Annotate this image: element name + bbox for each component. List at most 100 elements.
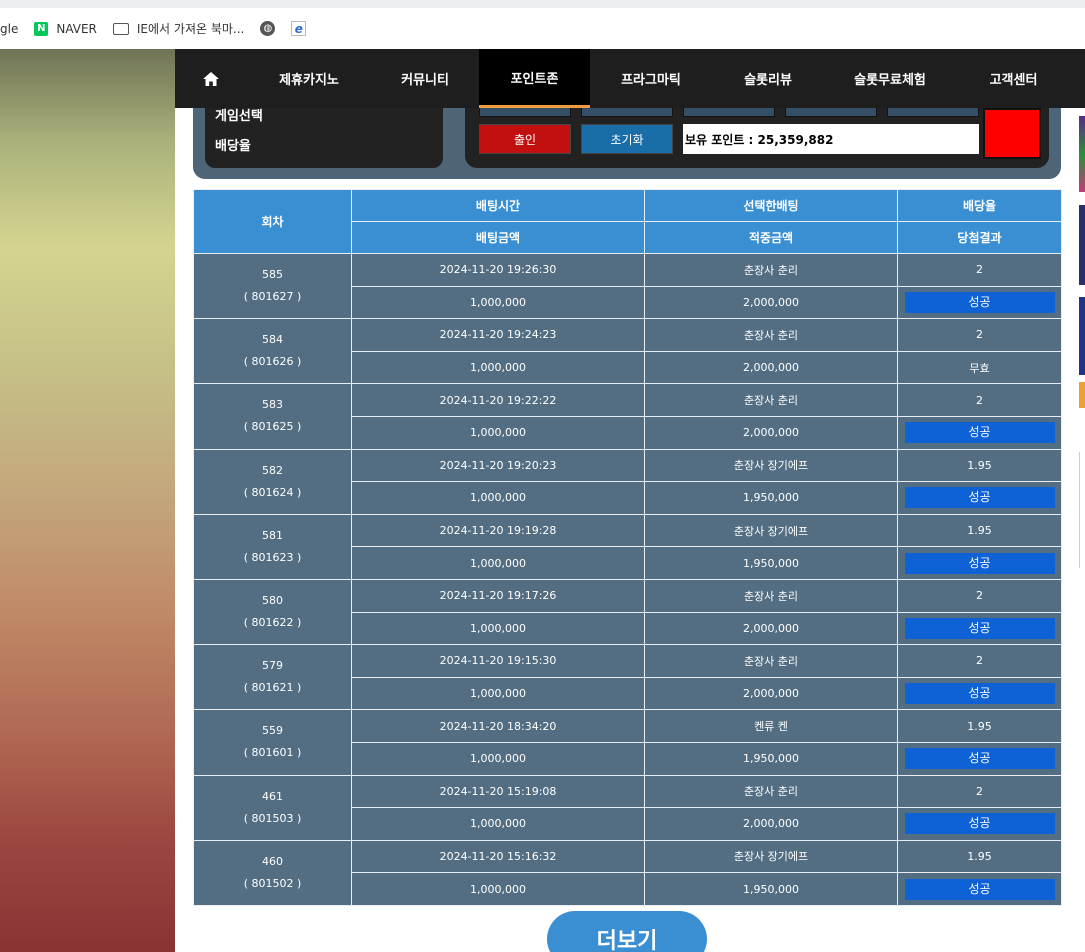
round-cell: 585 ( 801627 )	[193, 252, 352, 320]
round-id: ( 801621 )	[243, 681, 302, 695]
side-banner[interactable]	[1079, 382, 1085, 408]
side-banner[interactable]	[1079, 297, 1085, 375]
choice-button[interactable]	[683, 107, 775, 117]
bet-time-cell: 2024-11-20 19:15:30	[351, 644, 645, 678]
bookmark-ie-folder[interactable]: IE에서 가져온 북마...	[105, 14, 252, 44]
round-id: ( 801601 )	[243, 746, 302, 760]
result-cell: 성공	[897, 807, 1062, 841]
bet-time-cell: 2024-11-20 19:20:23	[351, 448, 645, 483]
win-amount-cell: 2,000,000	[644, 807, 898, 841]
bookmark-ie[interactable]: e	[283, 14, 314, 44]
bet-time-cell: 2024-11-20 19:19:28	[351, 513, 645, 548]
bookmark-google[interactable]: gle	[0, 14, 26, 44]
round-number: 580	[262, 594, 283, 608]
result-cell: 성공	[897, 741, 1062, 776]
header-odds: 배당율	[897, 189, 1062, 222]
nav-free-slot[interactable]: 슬롯무료체험	[824, 49, 956, 108]
selection-cell: 춘장사 장기에프	[644, 839, 898, 874]
bookmarks-bar: gle N NAVER IE에서 가져온 북마... ◍ e	[0, 0, 1085, 49]
header-round: 회차	[193, 189, 352, 254]
bet-time-cell: 2024-11-20 19:24:23	[351, 318, 645, 352]
bookmark-naver[interactable]: N NAVER	[26, 14, 105, 44]
bet-amount-cell: 1,000,000	[351, 741, 645, 776]
round-number: 460	[262, 854, 283, 868]
result-text: 무효	[969, 361, 990, 375]
table-row: 580 ( 801622 ) 2024-11-20 19:17:26 춘장사 춘리 2	[193, 578, 1062, 646]
round-id: ( 801624 )	[243, 485, 302, 499]
nav-slot-review[interactable]: 슬롯리뷰	[712, 49, 824, 108]
result-cell: 성공	[897, 546, 1062, 580]
more-button[interactable]: 더보기	[547, 911, 707, 952]
round-id: ( 801626 )	[243, 355, 302, 369]
result-cell: 성공	[897, 611, 1062, 646]
choice-button[interactable]	[581, 107, 673, 117]
table-row: 460 ( 801502 ) 2024-11-20 15:16:32 춘장사 장기에프…	[193, 839, 1062, 906]
nav-home[interactable]	[175, 49, 247, 108]
bet-amount-cell: 1,000,000	[351, 872, 645, 906]
round-number: 581	[262, 528, 283, 542]
round-number: 559	[262, 724, 283, 738]
side-banner[interactable]	[1079, 205, 1085, 285]
choice-button[interactable]	[887, 107, 979, 117]
status-indicator	[983, 108, 1041, 159]
round-id: ( 801627 )	[243, 290, 302, 304]
table-row: 581 ( 801623 ) 2024-11-20 19:19:28 춘장사 장기에프…	[193, 513, 1062, 580]
bookmark-label: gle	[0, 21, 19, 36]
bet-time-cell: 2024-11-20 18:34:20	[351, 709, 645, 743]
win-amount-cell: 2,000,000	[644, 611, 898, 646]
success-badge: 성공	[904, 552, 1055, 574]
odds-cell: 2	[897, 774, 1062, 809]
folder-icon	[112, 22, 129, 35]
round-id: ( 801503 )	[243, 811, 302, 825]
bookmark-label: NAVER	[56, 21, 97, 36]
round-cell: 580 ( 801622 )	[193, 578, 352, 646]
odds-cell: 1.95	[897, 839, 1062, 874]
round-number: 584	[262, 333, 283, 347]
round-number: 585	[262, 268, 283, 282]
success-badge: 성공	[904, 748, 1055, 770]
bet-amount-cell: 1,000,000	[351, 350, 645, 385]
page-background	[0, 49, 175, 952]
main-nav: 제휴카지노 커뮤니티 포인트존 프라그마틱 슬롯리뷰 슬롯무료체험 고객센터	[175, 49, 1085, 108]
round-id: ( 801623 )	[243, 550, 302, 564]
nav-community[interactable]: 커뮤니티	[371, 49, 479, 108]
round-cell: 582 ( 801624 )	[193, 448, 352, 515]
win-amount-cell: 1,950,000	[644, 481, 898, 515]
selection-cell: 춘장사 춘리	[644, 383, 898, 417]
side-banner[interactable]	[1079, 116, 1085, 192]
table-row: 579 ( 801621 ) 2024-11-20 19:15:30 춘장사 춘리 2	[193, 644, 1062, 711]
success-badge: 성공	[904, 487, 1055, 509]
selection-cell: 춘장사 춘리	[644, 644, 898, 678]
round-id: ( 801625 )	[243, 420, 302, 434]
round-number: 579	[262, 659, 283, 673]
bookmark-label: IE에서 가져온 북마...	[136, 22, 245, 36]
success-badge: 성공	[904, 291, 1055, 313]
reset-button[interactable]: 초기화	[581, 124, 673, 154]
nav-pragmatic[interactable]: 프라그마틱	[590, 49, 712, 108]
round-cell: 460 ( 801502 )	[193, 839, 352, 906]
success-badge: 성공	[904, 878, 1055, 900]
odds-label: 배당율	[215, 139, 251, 154]
bookmark-globe[interactable]: ◍	[252, 14, 283, 44]
table-row: 461 ( 801503 ) 2024-11-20 15:19:08 춘장사 춘리 2	[193, 774, 1062, 841]
nav-customer-center[interactable]: 고객센터	[956, 49, 1071, 108]
round-cell: 559 ( 801601 )	[193, 709, 352, 776]
success-badge: 성공	[904, 617, 1055, 639]
table-row: 583 ( 801625 ) 2024-11-20 19:22:22 춘장사 춘리 2	[193, 383, 1062, 450]
bet-amount-cell: 1,000,000	[351, 611, 645, 646]
selection-cell: 춘장사 장기에프	[644, 448, 898, 483]
bet-amount-cell: 1,000,000	[351, 546, 645, 580]
odds-cell: 2	[897, 644, 1062, 678]
selection-cell: 춘장사 장기에프	[644, 513, 898, 548]
nav-point-zone[interactable]: 포인트존	[479, 49, 590, 108]
round-number: 583	[262, 398, 283, 412]
bet-button[interactable]: 출인	[479, 124, 571, 154]
round-number: 461	[262, 789, 283, 803]
choice-button[interactable]	[785, 107, 877, 117]
odds-cell: 1.95	[897, 709, 1062, 743]
round-id: ( 801622 )	[243, 616, 302, 630]
nav-partner-casino[interactable]: 제휴카지노	[247, 49, 371, 108]
globe-icon: ◍	[260, 21, 276, 36]
selection-cell: 켄류 켄	[644, 709, 898, 743]
choice-button[interactable]	[479, 107, 571, 117]
